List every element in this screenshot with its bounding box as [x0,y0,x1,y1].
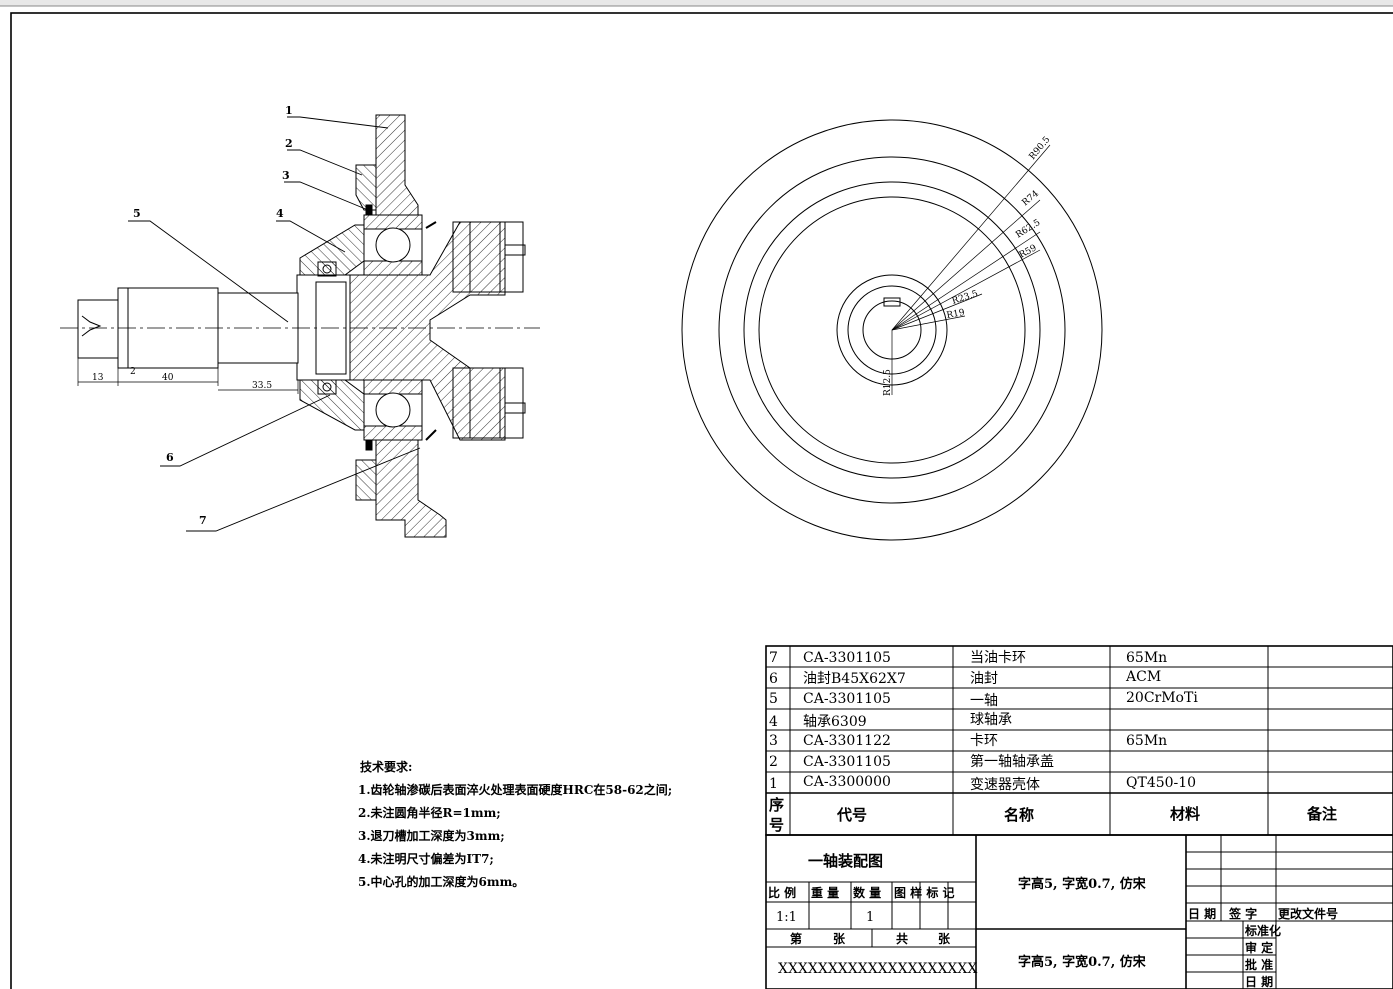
callout-2: 2 [285,137,293,150]
tech-item-2: 2.未注圆角半径R=1mm; [358,805,501,820]
review-label: 审 定 [1245,940,1273,955]
bom-material: 65Mn [1126,733,1167,749]
bom-name: 卡环 [970,733,998,749]
bom-row: 1 CA-3300000 变速器壳体 QT450-10 [769,774,1196,793]
shaft-dim-labels: 13 2 40 33.5 [92,367,272,391]
bom-no: 4 [769,714,778,730]
end-view [681,119,1103,541]
rev-date: 日 期 [1188,906,1216,921]
section-view [60,114,540,538]
bom-header-no-top: 序 [769,796,784,814]
bom-code: CA-3300000 [803,774,891,790]
bom-row: 5 CA-3301105 一轴 20CrMoTi [769,690,1198,709]
callout-1: 1 [285,104,293,117]
bom-name: 油封 [970,671,998,687]
bom-row: 2 CA-3301105 第一轴轴承盖 [769,753,1054,770]
radius-19: R19 [946,308,966,321]
bom-code: CA-3301105 [803,754,891,770]
bom-code: 油封B45X62X7 [803,671,906,687]
rev-sign: 签 字 [1228,906,1257,921]
bom-rows: 7 CA-3301105 当油卡环 65Mn 6 油封B45X62X7 油封 A… [769,650,1337,834]
bom-header-no-bottom: 号 [769,816,784,834]
label-scale: 比 例 [768,885,796,900]
bom-no: 7 [769,650,778,666]
callout-5: 5 [133,207,141,220]
radius-74: R74 [1021,189,1042,209]
bom-code: CA-3301122 [803,733,891,749]
qty-value: 1 [866,910,874,925]
sheet-unit: 张 [833,931,846,946]
bom-header: 序 号 代号 名称 材料 备注 [769,796,1337,834]
callout-3: 3 [282,169,290,182]
dim-2: 2 [130,367,136,377]
sheet-total: 共 [896,931,908,946]
tech-requirements: 技术要求: 1.齿轮轴渗碳后表面淬火处理表面硬度HRC在58-62之间; 2.未… [358,759,672,889]
label-qty: 数 量 [853,885,881,900]
bom-code: CA-3301105 [803,691,891,707]
callout-4: 4 [276,207,284,220]
bom-no: 6 [769,671,778,687]
bom-row: 4 轴承6309 球轴承 [769,712,1012,730]
bom-row: 7 CA-3301105 当油卡环 65Mn [769,650,1167,666]
callout-7: 7 [199,514,207,527]
radius-23-5: R23.5 [951,289,980,307]
tech-item-3: 3.退刀槽加工深度为3mm; [358,828,505,843]
tech-item-1: 1.齿轮轴渗碳后表面淬火处理表面硬度HRC在58-62之间; [358,782,672,797]
bom-name: 球轴承 [970,712,1012,728]
callout-6: 6 [166,451,174,464]
bom-header-material: 材料 [1170,805,1200,823]
bom-no: 3 [769,733,778,749]
title-block-text: 一轴装配图 字高5, 字宽0.7, 仿宋 字高5, 字宽0.7, 仿宋 比 例 … [768,852,1338,989]
font-note-lower: 字高5, 字宽0.7, 仿宋 [1018,954,1147,970]
label-weight: 重 量 [811,885,839,900]
tech-item-5: 5.中心孔的加工深度为6mm。 [358,874,524,889]
radius-90-5: R90.5 [1028,135,1053,162]
bom-material: 65Mn [1126,650,1167,666]
tech-item-4: 4.未注明尺寸偏差为IT7; [358,851,494,866]
bom-code: 轴承6309 [803,714,867,730]
bom-name: 一轴 [970,693,998,709]
bom-row: 6 油封B45X62X7 油封 ACM [769,669,1161,687]
rev-doc: 更改文件号 [1278,906,1338,921]
radius-59: R59 [1018,243,1039,261]
label-sample: 图 样 标 记 [894,885,955,900]
font-note-upper: 字高5, 字宽0.7, 仿宋 [1018,876,1147,892]
bom-no: 2 [769,754,778,770]
tech-heading: 技术要求: [360,759,412,774]
drawing-name: 一轴装配图 [808,852,883,870]
bom-header-code: 代号 [836,806,867,824]
drawing-code: XXXXXXXXXXXXXXXXXXXX [778,961,977,977]
approve-label: 批 准 [1245,957,1273,972]
std-label: 标准化 [1244,923,1281,938]
bom-material: QT450-10 [1126,775,1196,791]
bom-code: CA-3301105 [803,650,891,666]
end-view-radii: R90.5 R74 R62.5 R59 R23.5 R19 R12.5 [883,135,1053,396]
date-label: 日 期 [1245,974,1273,989]
scale-value: 1:1 [776,910,797,925]
bom-no: 1 [769,776,778,792]
drawing-sheet: 1 2 3 4 5 6 7 13 2 40 33.5 R90.5 R74 R62… [0,0,1393,989]
sheet-no: 第 [790,931,802,946]
bom-name: 第一轴轴承盖 [970,753,1054,770]
bom-header-name: 名称 [1004,806,1034,824]
bom-no: 5 [769,691,778,707]
bom-row: 3 CA-3301122 卡环 65Mn [769,733,1167,749]
bom-name: 变速器壳体 [970,776,1040,793]
bom-material: ACM [1125,669,1161,685]
bom-header-note: 备注 [1306,805,1337,823]
dim-33-5: 33.5 [252,381,272,391]
bom-name: 当油卡环 [970,650,1026,666]
bom-material: 20CrMoTi [1126,690,1198,706]
radius-12-5: R12.5 [883,369,893,396]
sheet-total-unit: 张 [938,931,951,946]
dim-13: 13 [92,373,104,383]
dim-40: 40 [162,373,174,383]
